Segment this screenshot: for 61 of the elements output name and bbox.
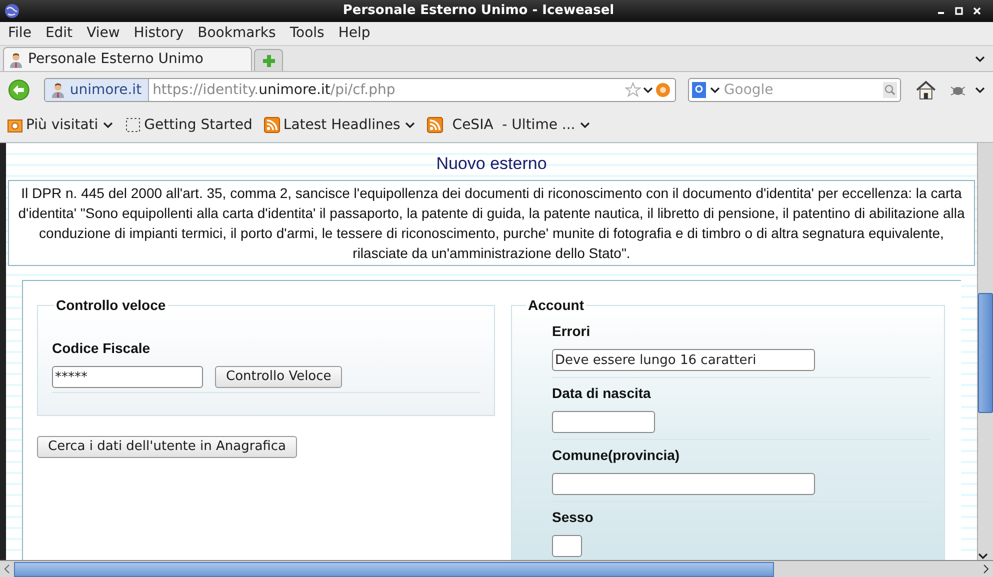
identity-badge[interactable]: unimore.it xyxy=(44,79,149,101)
field-label: Errori xyxy=(552,322,592,341)
scrollbar-thumb[interactable] xyxy=(14,562,774,576)
tab-list-icon xyxy=(975,56,985,63)
page-heading: Nuovo esterno xyxy=(435,154,548,174)
lookup-button[interactable]: Cerca i dati dell'utente in Anagrafica xyxy=(37,436,297,458)
feed-icon xyxy=(427,117,444,133)
engine-dropdown-icon xyxy=(710,86,720,94)
account-field[interactable] xyxy=(552,535,582,557)
menu-item[interactable]: Help xyxy=(332,23,376,44)
menu-item[interactable]: History xyxy=(128,23,190,44)
account-field[interactable] xyxy=(552,411,655,433)
horizontal-scrollbar[interactable] xyxy=(0,560,993,577)
scrollbar-thumb[interactable] xyxy=(978,293,993,413)
notice-text: Il DPR n. 445 del 2000 all'art. 35, comma 2, sancisce l'equipollenza dei documenti di riconoscimento con il documento d'identita' per eccellenza: la carta d'identita' "Sono equipollenti alla carta d'identita' il passaporto, la patente di guida, la patente nautica, il libretto di pensione, il patentino di abilitazione alla conduzione di impianti termici, il porto d'armi, le tessere di riconoscimento, purche' munite di fotografia e di timbro o di altra segnatura equivalente, rilasciate da un'amministrazione dello Stato". xyxy=(8,180,975,266)
url-text: https://identity.unimore.it/pi/cf.php xyxy=(152,80,396,100)
bookmark-item[interactable]: CeSIA - Ultime ... xyxy=(427,114,590,136)
panel-legend: Controllo veloce xyxy=(54,295,168,316)
search-icon[interactable] xyxy=(883,82,898,98)
menu-item[interactable]: Bookmarks xyxy=(192,23,282,44)
tools-dropdown-icon xyxy=(974,86,985,94)
menu-item[interactable]: Edit xyxy=(39,23,79,44)
caret-icon xyxy=(405,122,416,128)
person-icon xyxy=(50,82,65,98)
bookmark-item[interactable]: Più visitati xyxy=(7,114,114,136)
panel-legend: Account xyxy=(526,295,586,316)
account-field[interactable] xyxy=(552,473,815,495)
field-label: Data di nascita xyxy=(552,384,652,403)
close-icon[interactable] xyxy=(973,7,981,15)
field-label: Comune(provincia) xyxy=(552,446,681,465)
menu-item[interactable]: View xyxy=(80,23,126,44)
plus-icon xyxy=(262,54,274,66)
star-icon[interactable] xyxy=(624,82,641,98)
account-field[interactable]: Deve essere lungo 16 caratteri xyxy=(552,349,815,371)
caret-icon xyxy=(580,122,590,128)
new-tab-button[interactable] xyxy=(254,49,283,71)
address-bar[interactable]: unimore.it https://identity.unimore.it/pi/cf.php xyxy=(44,78,676,102)
browser-tab[interactable]: Personale Esterno Unimo xyxy=(3,47,252,71)
bookmark-item[interactable]: Getting Started xyxy=(125,114,252,136)
page-icon xyxy=(125,117,142,133)
history-dropdown-icon xyxy=(642,86,653,94)
vertical-scrollbar[interactable] xyxy=(977,143,993,560)
search-placeholder: Google xyxy=(724,80,774,100)
window-title: Personale Esterno Unimo - Iceweasel xyxy=(342,2,616,20)
quick-check-button[interactable]: Controllo Veloce xyxy=(215,366,342,388)
bookmark-item[interactable]: Latest Headlines xyxy=(264,114,416,136)
menu-item[interactable]: File xyxy=(2,23,38,44)
field-label: Sesso xyxy=(552,508,594,527)
tax-code-field[interactable]: ***** xyxy=(52,366,203,388)
maximize-icon[interactable] xyxy=(955,7,963,15)
search-engine-icon[interactable] xyxy=(692,82,706,98)
feed-button-icon[interactable] xyxy=(654,82,671,98)
back-icon[interactable] xyxy=(8,79,30,101)
folder-icon xyxy=(7,117,23,133)
menu-item[interactable]: Tools xyxy=(284,23,330,44)
home-icon[interactable] xyxy=(915,79,938,101)
feed-icon xyxy=(264,117,280,133)
field-label: Codice Fiscale xyxy=(52,339,152,358)
person-icon xyxy=(9,52,23,68)
caret-icon xyxy=(103,122,114,128)
globe-icon xyxy=(4,3,20,19)
